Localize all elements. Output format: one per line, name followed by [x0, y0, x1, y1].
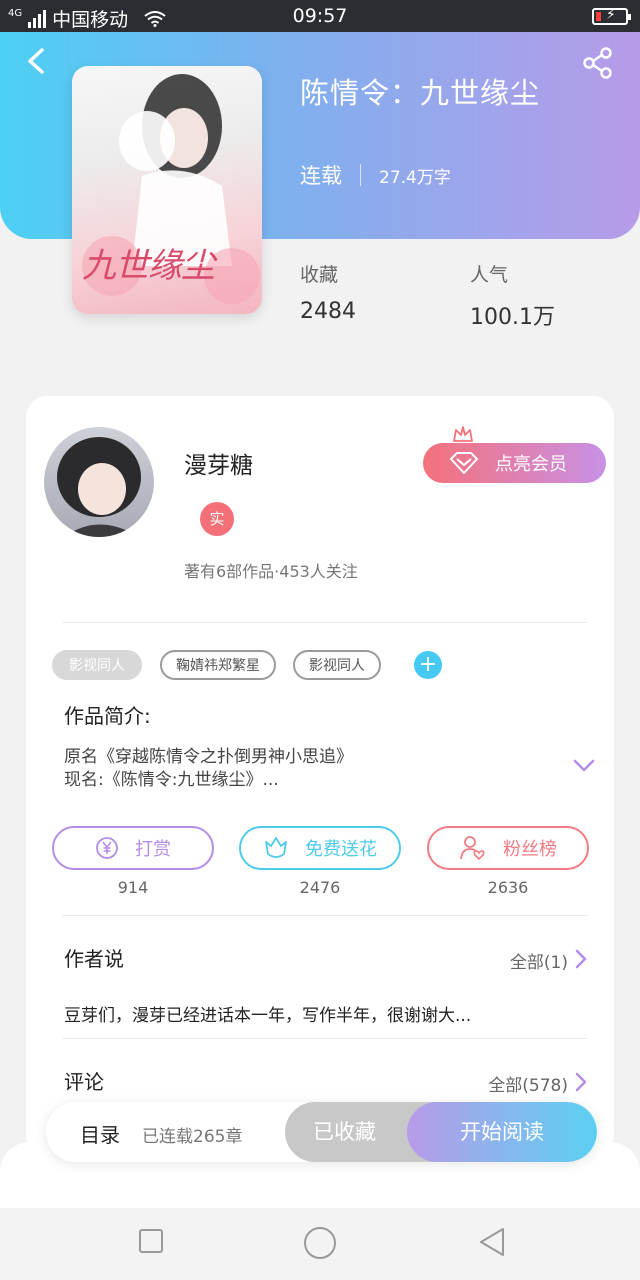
- system-nav-bar: [0, 1208, 640, 1280]
- user-heart-icon: [460, 836, 485, 861]
- intro-line-1: 原名《穿越陈情令之扑倒男神小思追》: [64, 747, 353, 767]
- word-count: 27.4万字: [379, 167, 451, 188]
- vip-button[interactable]: 点亮会员: [423, 443, 606, 483]
- tag-item[interactable]: 影视同人: [293, 650, 381, 680]
- book-status-row: 连载 27.4万字: [300, 160, 451, 190]
- add-tag-button[interactable]: +: [414, 651, 442, 679]
- divider: [360, 164, 361, 186]
- chapter-count: 已连载265章: [142, 1127, 243, 1147]
- chevron-right-icon[interactable]: [574, 1071, 588, 1093]
- status-bar: 4G 中国移动 09:57 ⚡: [0, 0, 640, 32]
- recent-apps-icon[interactable]: [138, 1228, 164, 1254]
- comments-title: 评论: [64, 1070, 104, 1094]
- reward-label: 打赏: [135, 839, 171, 860]
- book-title: 陈情令：九世缘尘: [300, 76, 541, 110]
- flower-icon: [265, 837, 287, 858]
- tag-item[interactable]: 影视同人: [52, 650, 142, 680]
- clock: 09:57: [292, 5, 348, 27]
- flower-label: 免费送花: [305, 839, 377, 860]
- favorites-value: 2484: [300, 299, 356, 324]
- comments-more-link[interactable]: 全部(578): [488, 1071, 568, 1096]
- intro-line-2: 现名:《陈情令:九世缘尘》...: [64, 770, 279, 790]
- verified-badge: 实: [200, 502, 234, 536]
- share-icon[interactable]: [581, 46, 615, 80]
- author-name[interactable]: 漫芽糖: [184, 446, 253, 480]
- divider: [62, 622, 588, 623]
- send-flower-button[interactable]: 免费送花: [239, 826, 401, 870]
- yuan-coin-icon: [96, 837, 118, 859]
- back-icon[interactable]: [22, 46, 52, 76]
- popularity-value: 100.1万: [470, 305, 555, 330]
- table-of-contents-button[interactable]: 目录: [80, 1119, 120, 1148]
- battery-icon: ⚡: [592, 7, 631, 25]
- divider: [62, 915, 588, 916]
- author-avatar[interactable]: [44, 427, 154, 537]
- favorites-label: 收藏: [300, 264, 339, 286]
- fans-count: 2636: [487, 878, 529, 897]
- reward-button[interactable]: 打赏: [52, 826, 214, 870]
- book-cover[interactable]: 九世缘尘: [72, 66, 262, 314]
- bottom-action-bar: 目录 已连载265章 已收藏 开始阅读: [46, 1102, 597, 1162]
- back-nav-icon[interactable]: [477, 1226, 507, 1258]
- vip-label: 点亮会员: [495, 454, 567, 475]
- expand-chevron-icon[interactable]: [572, 757, 596, 775]
- fans-ranking-button[interactable]: 粉丝榜: [427, 826, 589, 870]
- flower-count: 2476: [299, 878, 341, 897]
- chevron-right-icon[interactable]: [574, 948, 588, 970]
- author-says-text[interactable]: 豆芽们，漫芽已经进话本一年，写作半年，很谢谢大...: [64, 1001, 471, 1026]
- reward-count: 914: [117, 878, 149, 897]
- author-meta: 著有6部作品·453人关注: [184, 562, 358, 581]
- author-says-title: 作者说: [64, 947, 124, 971]
- popularity-label: 人气: [470, 264, 509, 286]
- divider: [62, 1038, 588, 1039]
- intro-title: 作品简介:: [64, 704, 151, 728]
- tag-item[interactable]: 鞠婧祎郑繁星: [160, 650, 276, 680]
- fans-label: 粉丝榜: [503, 839, 557, 860]
- favorites-stat: 收藏 2484: [300, 260, 356, 324]
- start-reading-button[interactable]: 开始阅读: [407, 1102, 597, 1162]
- home-icon[interactable]: [303, 1226, 337, 1260]
- crown-icon: [453, 426, 473, 442]
- popularity-stat: 人气 100.1万: [470, 260, 555, 331]
- cover-text: 九世缘尘: [82, 246, 215, 286]
- author-says-more-link[interactable]: 全部(1): [510, 948, 568, 973]
- serial-status: 连载: [300, 164, 342, 188]
- diamond-icon: [450, 452, 478, 474]
